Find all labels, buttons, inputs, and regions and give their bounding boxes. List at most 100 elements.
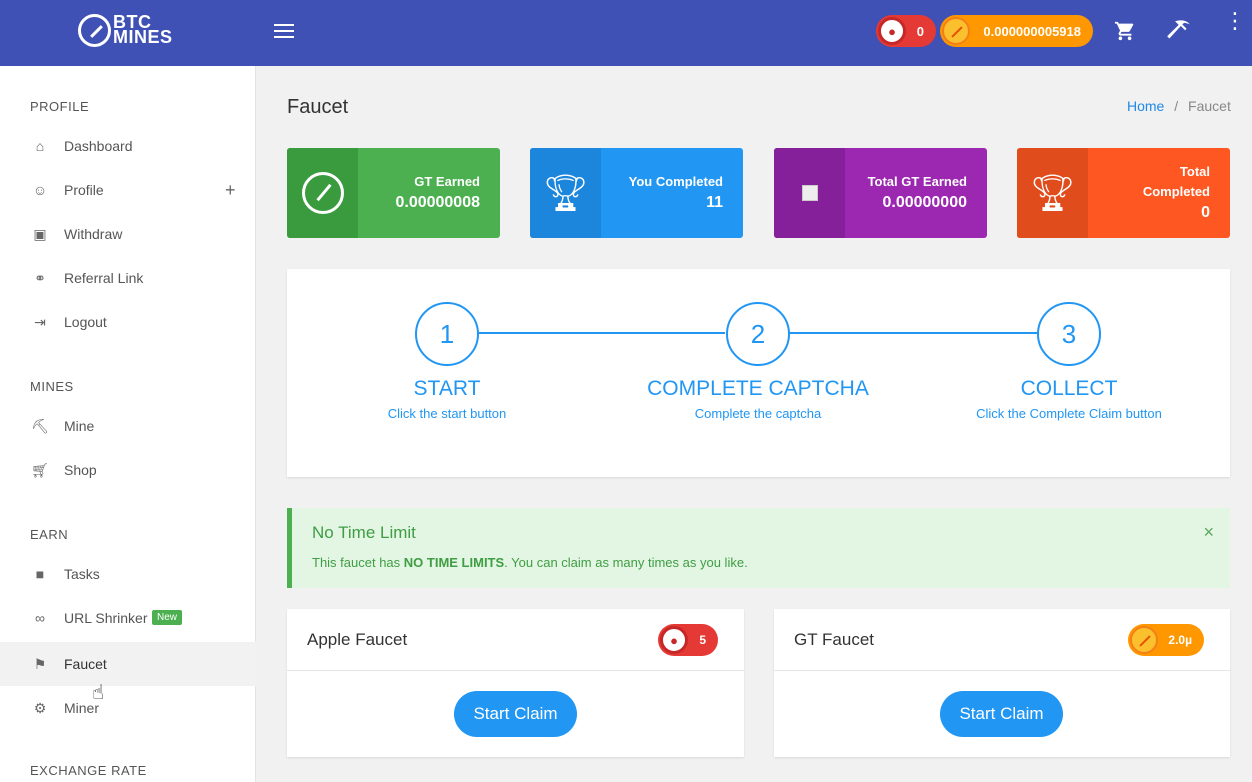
sidebar-item-dashboard[interactable]: ⌂ Dashboard: [0, 124, 256, 168]
link-icon: ∞: [35, 610, 45, 626]
sidebar-item-url-shrinker[interactable]: ∞ URL Shrinker New: [0, 596, 256, 640]
stat-card-total-gt-earned: Total GT Earned 0.00000000: [774, 148, 987, 238]
gt-faucet-card: GT Faucet 2.0µ Start Claim: [774, 609, 1230, 757]
logout-icon: ⇥: [34, 313, 46, 330]
gt-balance-value: 0.000000005918: [983, 23, 1081, 39]
sidebar-item-tasks[interactable]: ■ Tasks: [0, 552, 256, 596]
gt-coin-icon: [942, 17, 970, 45]
stat-value: 0.00000008: [395, 194, 480, 211]
reward-value: 5: [699, 633, 706, 647]
step-connector: [789, 332, 1037, 334]
faucet-title: Apple Faucet: [307, 630, 408, 649]
section-title-mines: MINES: [30, 379, 74, 394]
stat-value: 0: [1201, 204, 1210, 221]
briefcase-icon: ■: [35, 566, 45, 582]
sidebar-item-miner[interactable]: ⚙ Miner: [0, 686, 256, 730]
btc-mines-logo[interactable]: BTC MINES: [78, 13, 178, 47]
stat-card-gt-earned: GT Earned 0.00000008: [287, 148, 500, 238]
apple-icon: ●: [660, 626, 688, 654]
sidebar-item-label: Shop: [64, 462, 97, 478]
logo-text-bottom: MINES: [113, 27, 173, 47]
gt-balance-badge[interactable]: 0.000000005918: [940, 15, 1093, 47]
sidebar-item-label: Dashboard: [64, 138, 133, 154]
broken-image-icon: [801, 185, 818, 201]
stat-label: You Completed: [628, 174, 723, 189]
stat-value: 0.00000000: [882, 194, 967, 211]
reward-value: 2.0µ: [1168, 633, 1192, 647]
gears-icon: ⚙: [33, 699, 47, 716]
pickaxe-icon[interactable]: [1166, 18, 1192, 44]
logo-pickaxe-icon: [78, 13, 111, 47]
step-3-subtitle: Click the Complete Claim button: [976, 406, 1162, 421]
start-claim-button[interactable]: Start Claim: [940, 691, 1063, 737]
sidebar-item-profile[interactable]: ☺ Profile +: [0, 168, 256, 212]
sidebar-item-label: Tasks: [64, 566, 100, 582]
step-3-circle: 3: [1037, 302, 1101, 366]
step-2-title: COMPLETE CAPTCHA: [647, 377, 869, 400]
stat-card-you-completed: 🏆︎ You Completed 11: [530, 148, 743, 238]
stat-value: 11: [706, 194, 723, 211]
section-title-earn: EARN: [30, 527, 69, 542]
home-icon: ⌂: [35, 138, 45, 154]
stat-label-line1: Total: [1179, 164, 1210, 179]
step-2-subtitle: Complete the captcha: [694, 406, 822, 421]
stat-label-line2: Completed: [1142, 184, 1210, 199]
sidebar-item-shop[interactable]: 🛒︎ Shop: [0, 448, 256, 492]
sidebar-item-label: Profile: [64, 182, 104, 198]
step-3-title: COLLECT: [1020, 377, 1118, 400]
sidebar-item-label: Referral Link: [64, 270, 144, 286]
pickaxe-icon: ⛏: [31, 417, 49, 434]
top-navbar: BTC MINES ● 0 0.000000005918 ⋮: [0, 0, 1252, 66]
sidebar-item-label: URL Shrinker: [64, 610, 148, 626]
sidebar-item-label: Mine: [64, 418, 95, 434]
breadcrumb-home-link[interactable]: Home: [1127, 98, 1164, 114]
sidebar-item-withdraw[interactable]: ▣ Withdraw: [0, 212, 256, 256]
sidebar: PROFILE ⌂ Dashboard ☺ Profile + ▣ Withdr…: [0, 66, 256, 782]
step-2-circle: 2: [726, 302, 790, 366]
no-time-limit-alert: No Time Limit This faucet has NO TIME LI…: [287, 508, 1230, 588]
wallet-icon: ▣: [33, 225, 47, 242]
stat-label: GT Earned: [414, 174, 480, 189]
steps-card: 1 2 3 START COMPLETE CAPTCHA COLLECT Cli…: [287, 269, 1230, 477]
sidebar-item-mine[interactable]: ⛏ Mine: [0, 404, 256, 448]
step-1-title: START: [413, 377, 481, 400]
sidebar-item-label: Logout: [64, 314, 107, 330]
cart-icon[interactable]: [1114, 20, 1136, 42]
pickaxe-circle-icon: [301, 172, 344, 214]
step-connector: [479, 332, 725, 334]
step-1-circle: 1: [415, 302, 479, 366]
section-title-exchange-rate: EXCHANGE RATE: [30, 763, 147, 778]
trophy-icon: 🏆︎: [542, 172, 589, 213]
page-title: Faucet: [287, 96, 349, 118]
handshake-icon: ⚭: [34, 269, 46, 286]
sidebar-item-faucet[interactable]: ⚑ Faucet: [0, 642, 256, 686]
stat-label: Total GT Earned: [867, 174, 967, 189]
start-claim-button[interactable]: Start Claim: [454, 691, 577, 737]
apple-icon: ●: [878, 17, 906, 45]
sidebar-item-logout[interactable]: ⇥ Logout: [0, 300, 256, 344]
breadcrumb-current: Faucet: [1188, 98, 1231, 114]
section-title-profile: PROFILE: [30, 99, 90, 114]
alert-body: This faucet has NO TIME LIMITS. You can …: [312, 555, 748, 570]
gt-reward-badge: 2.0µ: [1128, 624, 1204, 656]
close-icon[interactable]: ×: [1203, 522, 1214, 543]
breadcrumb-separator: /: [1174, 98, 1179, 114]
breadcrumb: Home / Faucet: [1127, 98, 1231, 114]
sidebar-item-label: Withdraw: [64, 226, 123, 242]
sidebar-item-referral-link[interactable]: ⚭ Referral Link: [0, 256, 256, 300]
apple-balance-badge[interactable]: ● 0: [876, 15, 936, 47]
trophy-icon: 🏆︎: [1029, 172, 1076, 213]
user-icon: ☺: [32, 182, 48, 198]
menu-icon[interactable]: [274, 24, 294, 40]
apple-balance-value: 0: [916, 23, 924, 39]
cart-icon: 🛒︎: [31, 461, 49, 478]
hand-cursor-icon: ☝: [92, 682, 105, 704]
sidebar-item-label: Faucet: [64, 656, 107, 672]
new-badge: New: [152, 610, 183, 625]
more-vert-icon[interactable]: ⋮: [1224, 10, 1246, 32]
apple-faucet-card: Apple Faucet ● 5 Start Claim: [287, 609, 744, 757]
step-1-subtitle: Click the start button: [387, 406, 507, 421]
faucet-icon: ⚑: [33, 655, 47, 672]
stat-card-total-completed: 🏆︎ Total Completed 0: [1017, 148, 1230, 238]
expand-plus-icon[interactable]: +: [225, 180, 236, 201]
